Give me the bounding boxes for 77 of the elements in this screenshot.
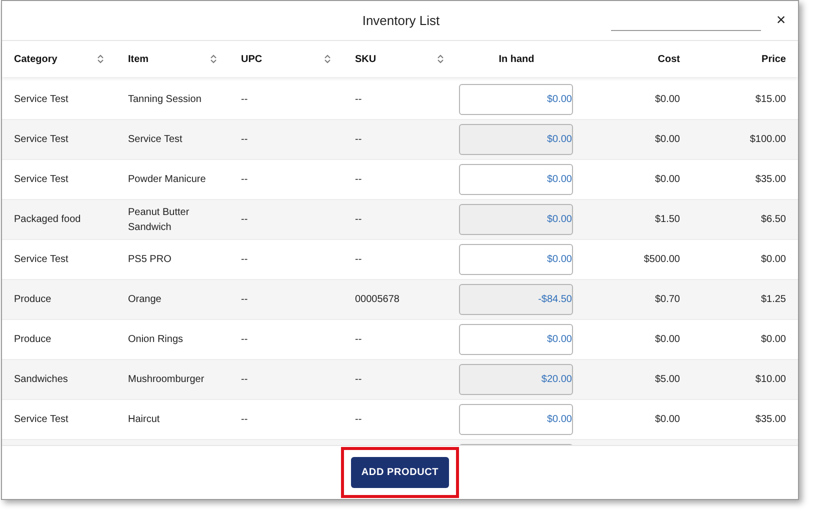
table-cell-text: Haircut	[128, 413, 160, 427]
quantity-field[interactable]: -$84.50	[459, 284, 573, 315]
table-cell-text: $100.00	[750, 133, 786, 147]
table-cell-text: --	[241, 133, 248, 147]
column-header: In hand	[498, 52, 534, 66]
table-cell-text: Service Test	[14, 173, 68, 187]
quantity-field[interactable]: $0.00	[459, 324, 573, 355]
column-header: Price	[762, 52, 786, 66]
table-cell-text: Powder Manicure	[128, 173, 206, 187]
table-cell-text: --	[355, 413, 362, 427]
table-cell-text: $0.00	[654, 173, 680, 187]
table-cell-text: Peanut Butter Sandwich	[128, 206, 190, 234]
quantity-field[interactable]: $20.00	[459, 364, 573, 395]
table-cell-text: --	[355, 173, 362, 187]
close-button[interactable]: ×	[772, 11, 790, 31]
table-cell-text: --	[355, 333, 362, 347]
column-header: Cost	[658, 52, 680, 66]
table-cell-text: $10.00	[755, 373, 786, 387]
table-cell-text: $0.00	[654, 413, 680, 427]
table-cell-text: Packaged food	[14, 213, 81, 227]
quantity-field[interactable]: $0.00	[459, 164, 573, 195]
table-cell-text: $0.00	[760, 253, 786, 267]
table-cell-text: 00005678	[355, 293, 400, 307]
table-cell-text: Service Test	[128, 133, 182, 147]
table-cell-text: $5.00	[654, 373, 680, 387]
table-cell-text: --	[241, 173, 248, 187]
table-cell-text: Tanning Session	[128, 93, 202, 107]
table-cell-text: $0.00	[654, 133, 680, 147]
table-cell-text: Mushroomburger	[128, 373, 204, 387]
table-cell-text: PS5 PRO	[128, 253, 172, 267]
table-cell-text: $0.00	[654, 93, 680, 107]
table-cell-text: Service Test	[14, 93, 68, 107]
quantity-field[interactable]: $0.00	[459, 84, 573, 115]
column-header[interactable]: UPC	[241, 52, 262, 66]
column-header[interactable]: Item	[128, 52, 149, 66]
table-cell-text: --	[241, 213, 248, 227]
table-cell-text: --	[241, 413, 248, 427]
sort-icon[interactable]	[324, 54, 331, 64]
sort-icon[interactable]	[97, 54, 104, 64]
table-cell-text: --	[241, 93, 248, 107]
column-header[interactable]: SKU	[355, 52, 376, 66]
table-cell-text: Produce	[14, 333, 52, 347]
table-cell-text: Produce	[14, 293, 52, 307]
table-cell-text: $0.00	[760, 333, 786, 347]
table-cell-text: --	[355, 253, 362, 267]
quantity-field[interactable]: $0.00	[459, 404, 573, 435]
table-cell-text: $0.00	[654, 333, 680, 347]
table-cell-text: --	[241, 293, 248, 307]
table-cell-text: $1.25	[760, 293, 786, 307]
table-cell-text: $35.00	[755, 413, 786, 427]
table-cell-text: --	[355, 373, 362, 387]
column-header[interactable]: Category	[14, 52, 58, 66]
sort-icon[interactable]	[437, 54, 444, 64]
table-cell-text: Onion Rings	[128, 333, 184, 347]
table-cell-text: $6.50	[760, 213, 786, 227]
dialog-title: Inventory List	[361, 12, 441, 30]
add-product-button[interactable]: ADD PRODUCT	[351, 457, 449, 488]
table-cell-text: Service Test	[14, 413, 68, 427]
table-cell-text: --	[355, 133, 362, 147]
table-cell-text: Sandwiches	[14, 373, 68, 387]
table-cell-text: $35.00	[755, 173, 786, 187]
quantity-field[interactable]: $0.00	[459, 124, 573, 155]
table-cell-text: --	[241, 373, 248, 387]
table-cell-text: --	[241, 253, 248, 267]
table-cell-text: --	[241, 333, 248, 347]
sort-icon[interactable]	[210, 54, 217, 64]
table-cell-text: Service Test	[14, 133, 68, 147]
table-cell-text: Orange	[128, 293, 162, 307]
table-cell-text: $0.70	[654, 293, 680, 307]
table-cell-text: --	[355, 213, 362, 227]
table-cell-text: $500.00	[644, 253, 680, 267]
quantity-field[interactable]: $0.00	[459, 244, 573, 275]
table-cell-text: --	[355, 93, 362, 107]
quantity-field[interactable]: $0.00	[459, 204, 573, 235]
table-cell-text: $15.00	[755, 93, 786, 107]
table-cell-text: Service Test	[14, 253, 68, 267]
table-cell-text: $1.50	[654, 213, 680, 227]
